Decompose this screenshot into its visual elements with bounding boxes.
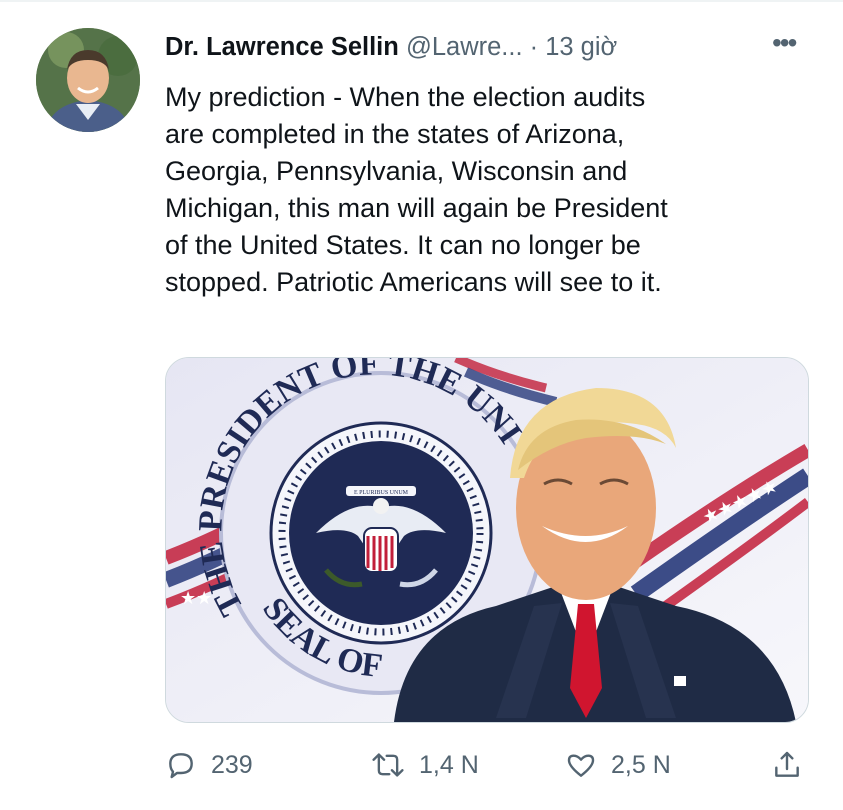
retweet-count: 1,4 N <box>419 750 479 779</box>
share-icon <box>775 751 799 777</box>
author-name[interactable]: Dr. Lawrence Sellin <box>165 33 399 61</box>
like-button[interactable]: 2,5 N <box>565 745 671 785</box>
reply-count: 239 <box>211 750 253 779</box>
avatar[interactable] <box>36 28 140 132</box>
share-button[interactable] <box>771 745 803 785</box>
more-icon[interactable]: ••• <box>772 28 806 58</box>
reply-icon <box>169 753 193 779</box>
tweet-actions: 239 1,4 N 2,5 N <box>165 745 805 785</box>
tweet-media-image[interactable]: ★★ ★★★★★ THE PRESIDENT OF THE UNI SEAL O… <box>165 357 809 723</box>
media-illustration: ★★ ★★★★★ THE PRESIDENT OF THE UNI SEAL O… <box>166 358 808 722</box>
top-divider <box>0 0 843 2</box>
tweet-header: Dr. Lawrence Sellin @Lawre... · 13 giờ <box>165 30 765 64</box>
author-handle[interactable]: @Lawre... <box>406 33 523 61</box>
like-count: 2,5 N <box>611 750 671 779</box>
tweet-timestamp[interactable]: 13 giờ <box>545 33 617 61</box>
like-icon <box>567 754 595 777</box>
retweet-icon <box>372 753 404 777</box>
reply-button[interactable]: 239 <box>165 745 253 785</box>
retweet-button[interactable]: 1,4 N <box>371 745 479 785</box>
seal-banner-text: E PLURIBUS UNUM <box>354 490 409 496</box>
header-separator: · <box>529 33 539 61</box>
tweet-text: My prediction - When the election audits… <box>165 82 668 297</box>
avatar-image <box>36 28 140 132</box>
